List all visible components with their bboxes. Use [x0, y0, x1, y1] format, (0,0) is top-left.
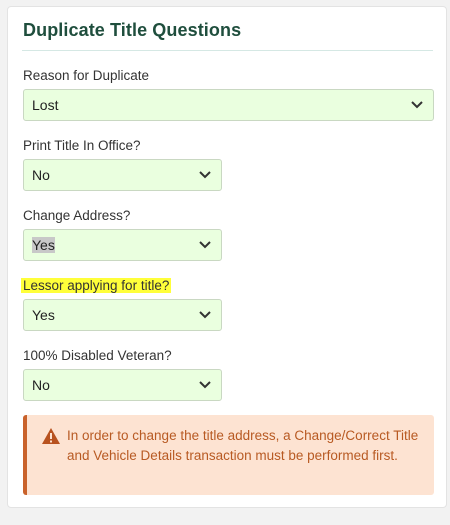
print-title-in-office-select[interactable]: No: [23, 159, 222, 191]
disabled-veteran-label: 100% Disabled Veteran?: [23, 348, 172, 363]
reason-for-duplicate-value: Lost: [32, 97, 59, 113]
address-change-warning: In order to change the title address, a …: [23, 415, 434, 495]
section-title: Duplicate Title Questions: [23, 20, 242, 40]
reason-for-duplicate-label: Reason for Duplicate: [23, 68, 150, 83]
change-address-label: Change Address?: [23, 208, 131, 223]
reason-for-duplicate-select[interactable]: Lost: [23, 89, 434, 121]
lessor-applying-label-text: Lessor applying for title?: [21, 278, 172, 293]
print-title-in-office-label: Print Title In Office?: [23, 138, 141, 153]
chevron-down-icon: [195, 165, 215, 185]
chevron-down-icon: [195, 235, 215, 255]
warning-triangle-icon: [41, 427, 61, 445]
lessor-applying-select[interactable]: Yes: [23, 299, 222, 331]
lessor-applying-label: Lessor applying for title?: [21, 278, 172, 293]
print-title-in-office-value: No: [32, 167, 50, 183]
change-address-select[interactable]: Yes: [23, 229, 222, 261]
disabled-veteran-value: No: [32, 377, 50, 393]
duplicate-title-card: Duplicate Title Questions Reason for Dup…: [7, 6, 447, 508]
change-address-value: Yes: [32, 237, 55, 253]
chevron-down-icon: [195, 305, 215, 325]
warning-message: In order to change the title address, a …: [67, 428, 419, 463]
chevron-down-icon: [407, 95, 427, 115]
title-divider: [22, 50, 433, 51]
chevron-down-icon: [195, 375, 215, 395]
lessor-applying-value: Yes: [32, 307, 55, 323]
disabled-veteran-select[interactable]: No: [23, 369, 222, 401]
